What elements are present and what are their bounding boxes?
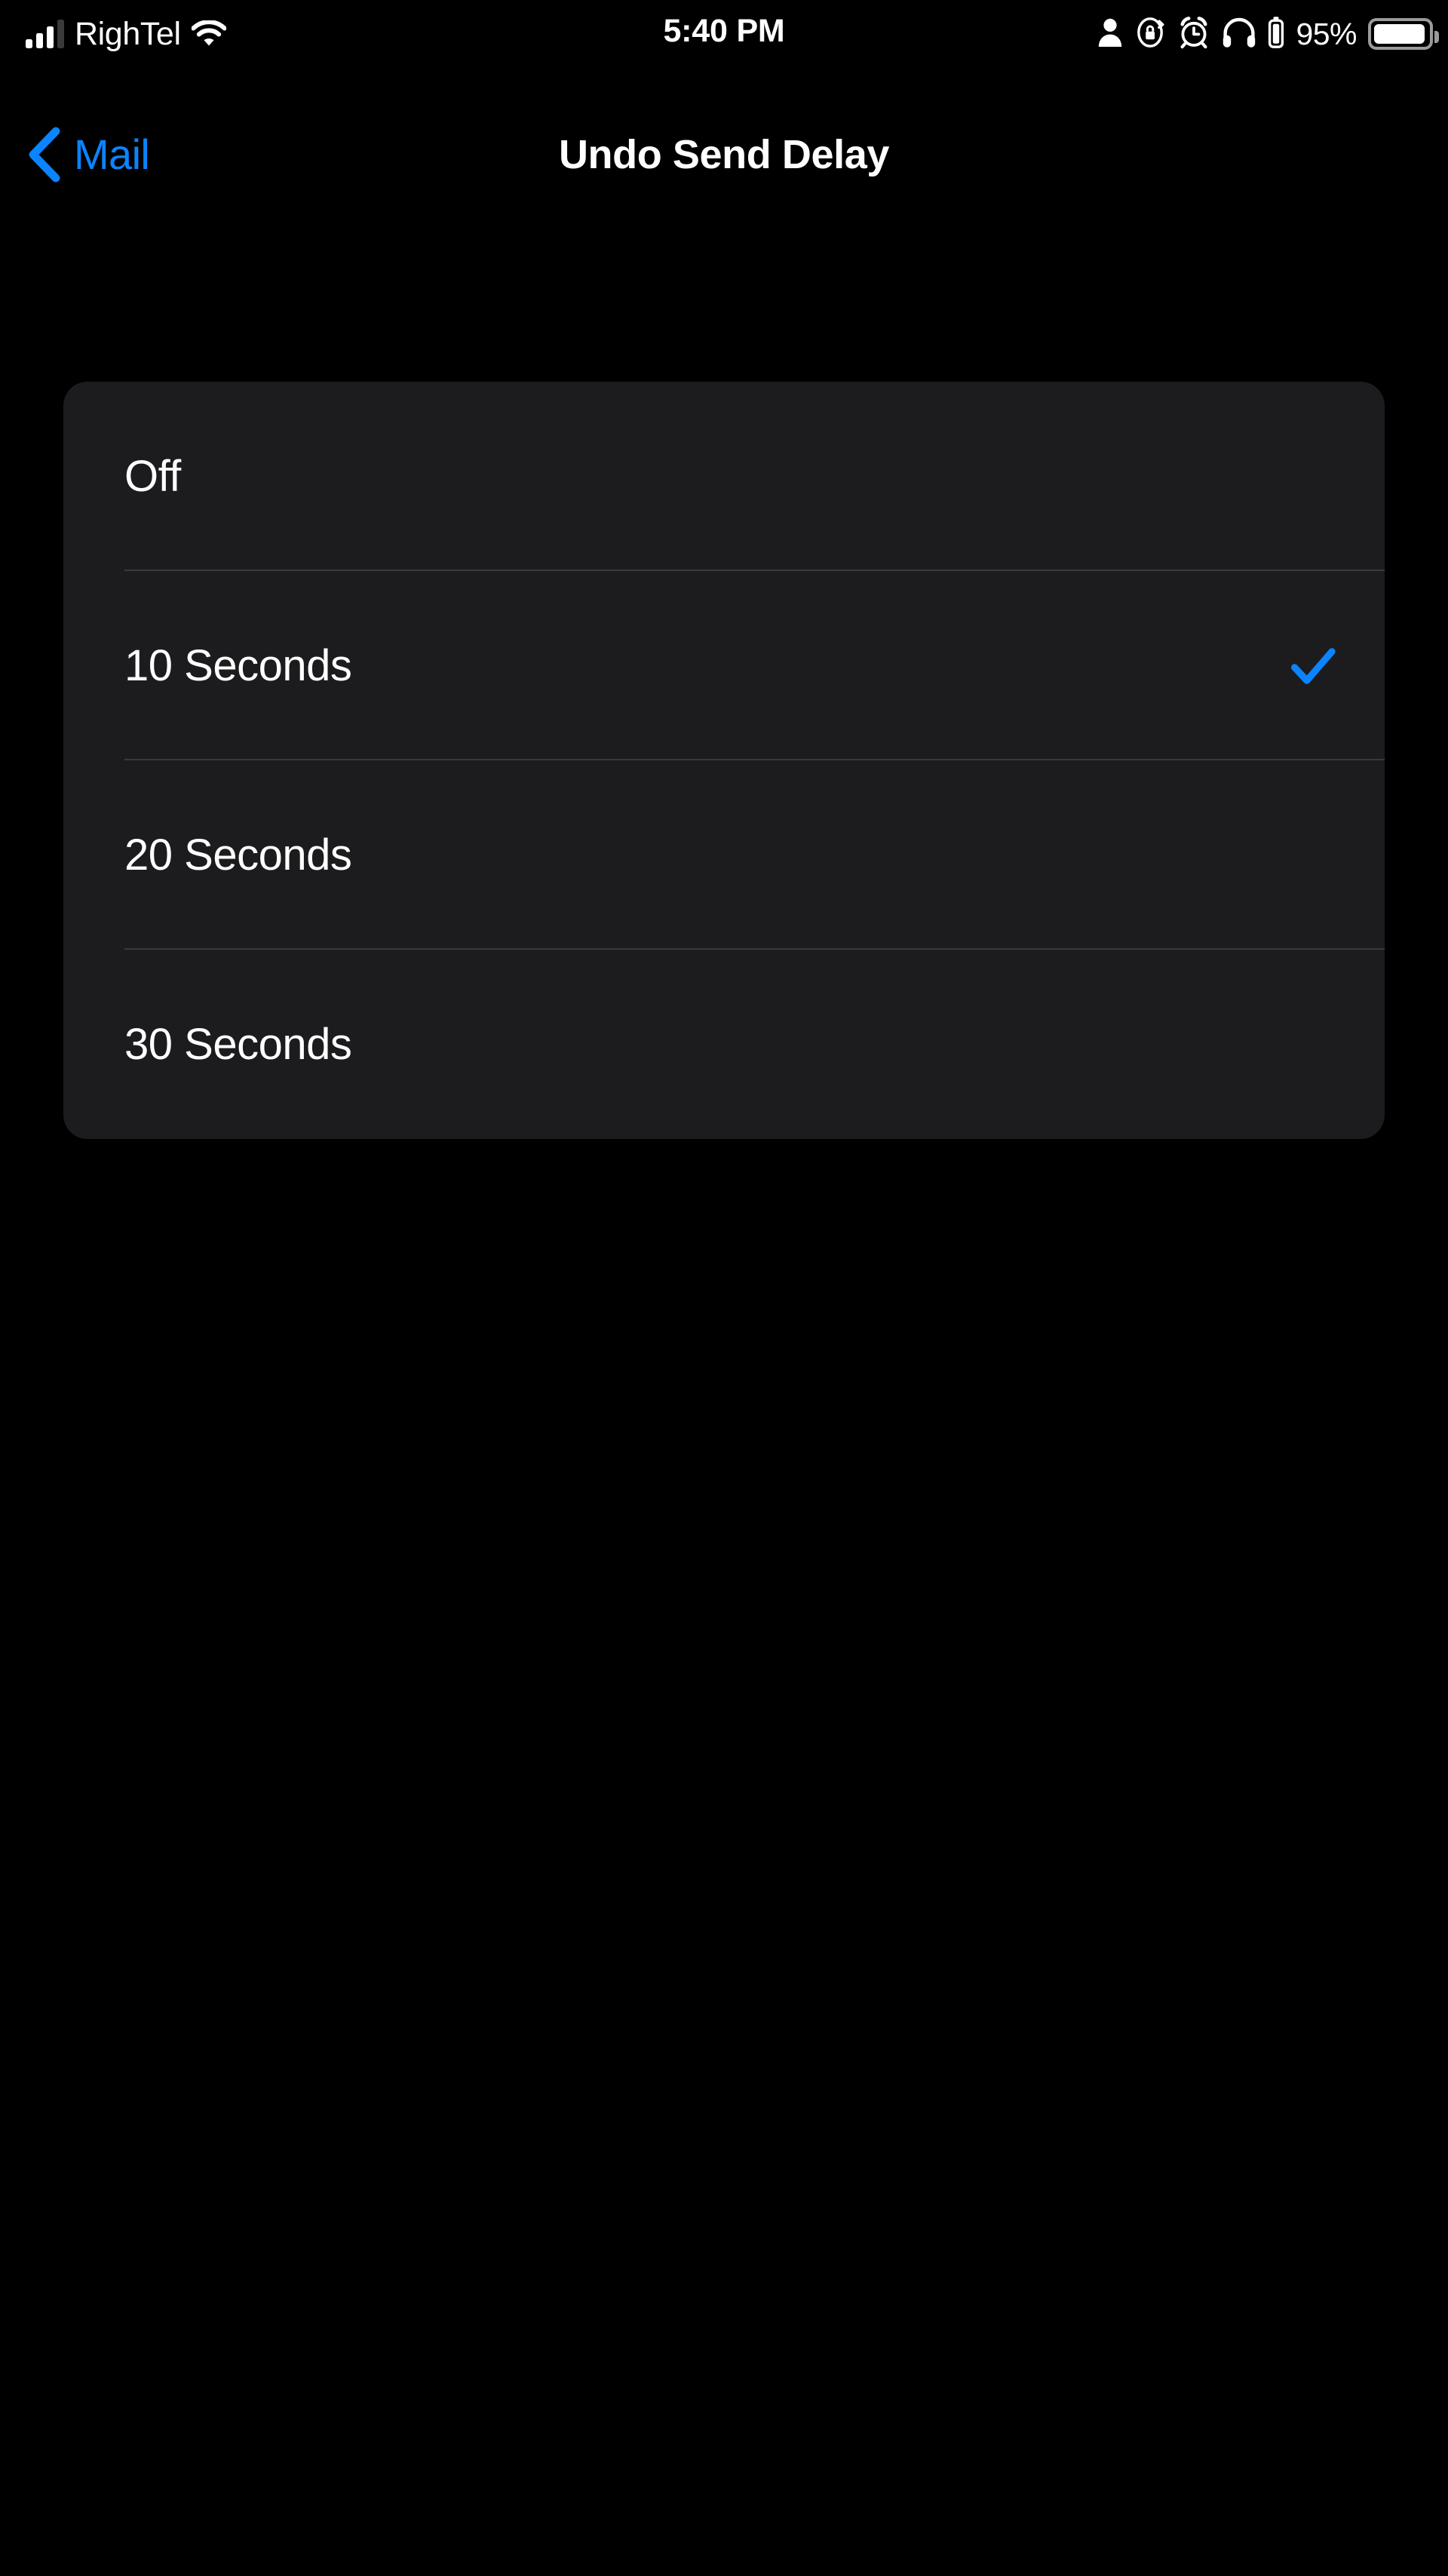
undo-send-delay-options-list: Off 10 Seconds 20 Seconds 30 Seconds	[63, 382, 1385, 1139]
headphone-battery-icon	[1268, 16, 1284, 53]
list-item-20-seconds[interactable]: 20 Seconds	[63, 760, 1385, 950]
list-item-label: 10 Seconds	[124, 640, 352, 690]
list-item-10-seconds[interactable]: 10 Seconds	[63, 571, 1385, 760]
page-title: Undo Send Delay	[558, 132, 890, 177]
navigation-bar: Mail Undo Send Delay	[0, 106, 1448, 204]
headphones-icon	[1222, 17, 1256, 52]
person-icon	[1097, 17, 1123, 51]
settings-screen: RighTel 5:40 PM 95% Mail Undo Send Delay…	[0, 0, 1448, 2576]
battery-icon	[1368, 18, 1439, 50]
list-item-label: 30 Seconds	[124, 1019, 352, 1069]
list-item-label: Off	[124, 451, 181, 501]
status-bar: RighTel 5:40 PM 95%	[0, 0, 1448, 75]
status-bar-right: 95%	[1097, 11, 1439, 57]
list-item-off[interactable]: Off	[63, 382, 1385, 571]
list-item-30-seconds[interactable]: 30 Seconds	[63, 950, 1385, 1139]
list-item-label: 20 Seconds	[124, 830, 352, 880]
rotation-lock-icon	[1134, 17, 1166, 52]
battery-percent-label: 95%	[1296, 16, 1357, 51]
alarm-clock-icon	[1177, 16, 1210, 53]
battery-fill	[1374, 24, 1425, 44]
checkmark-icon	[1287, 640, 1339, 692]
